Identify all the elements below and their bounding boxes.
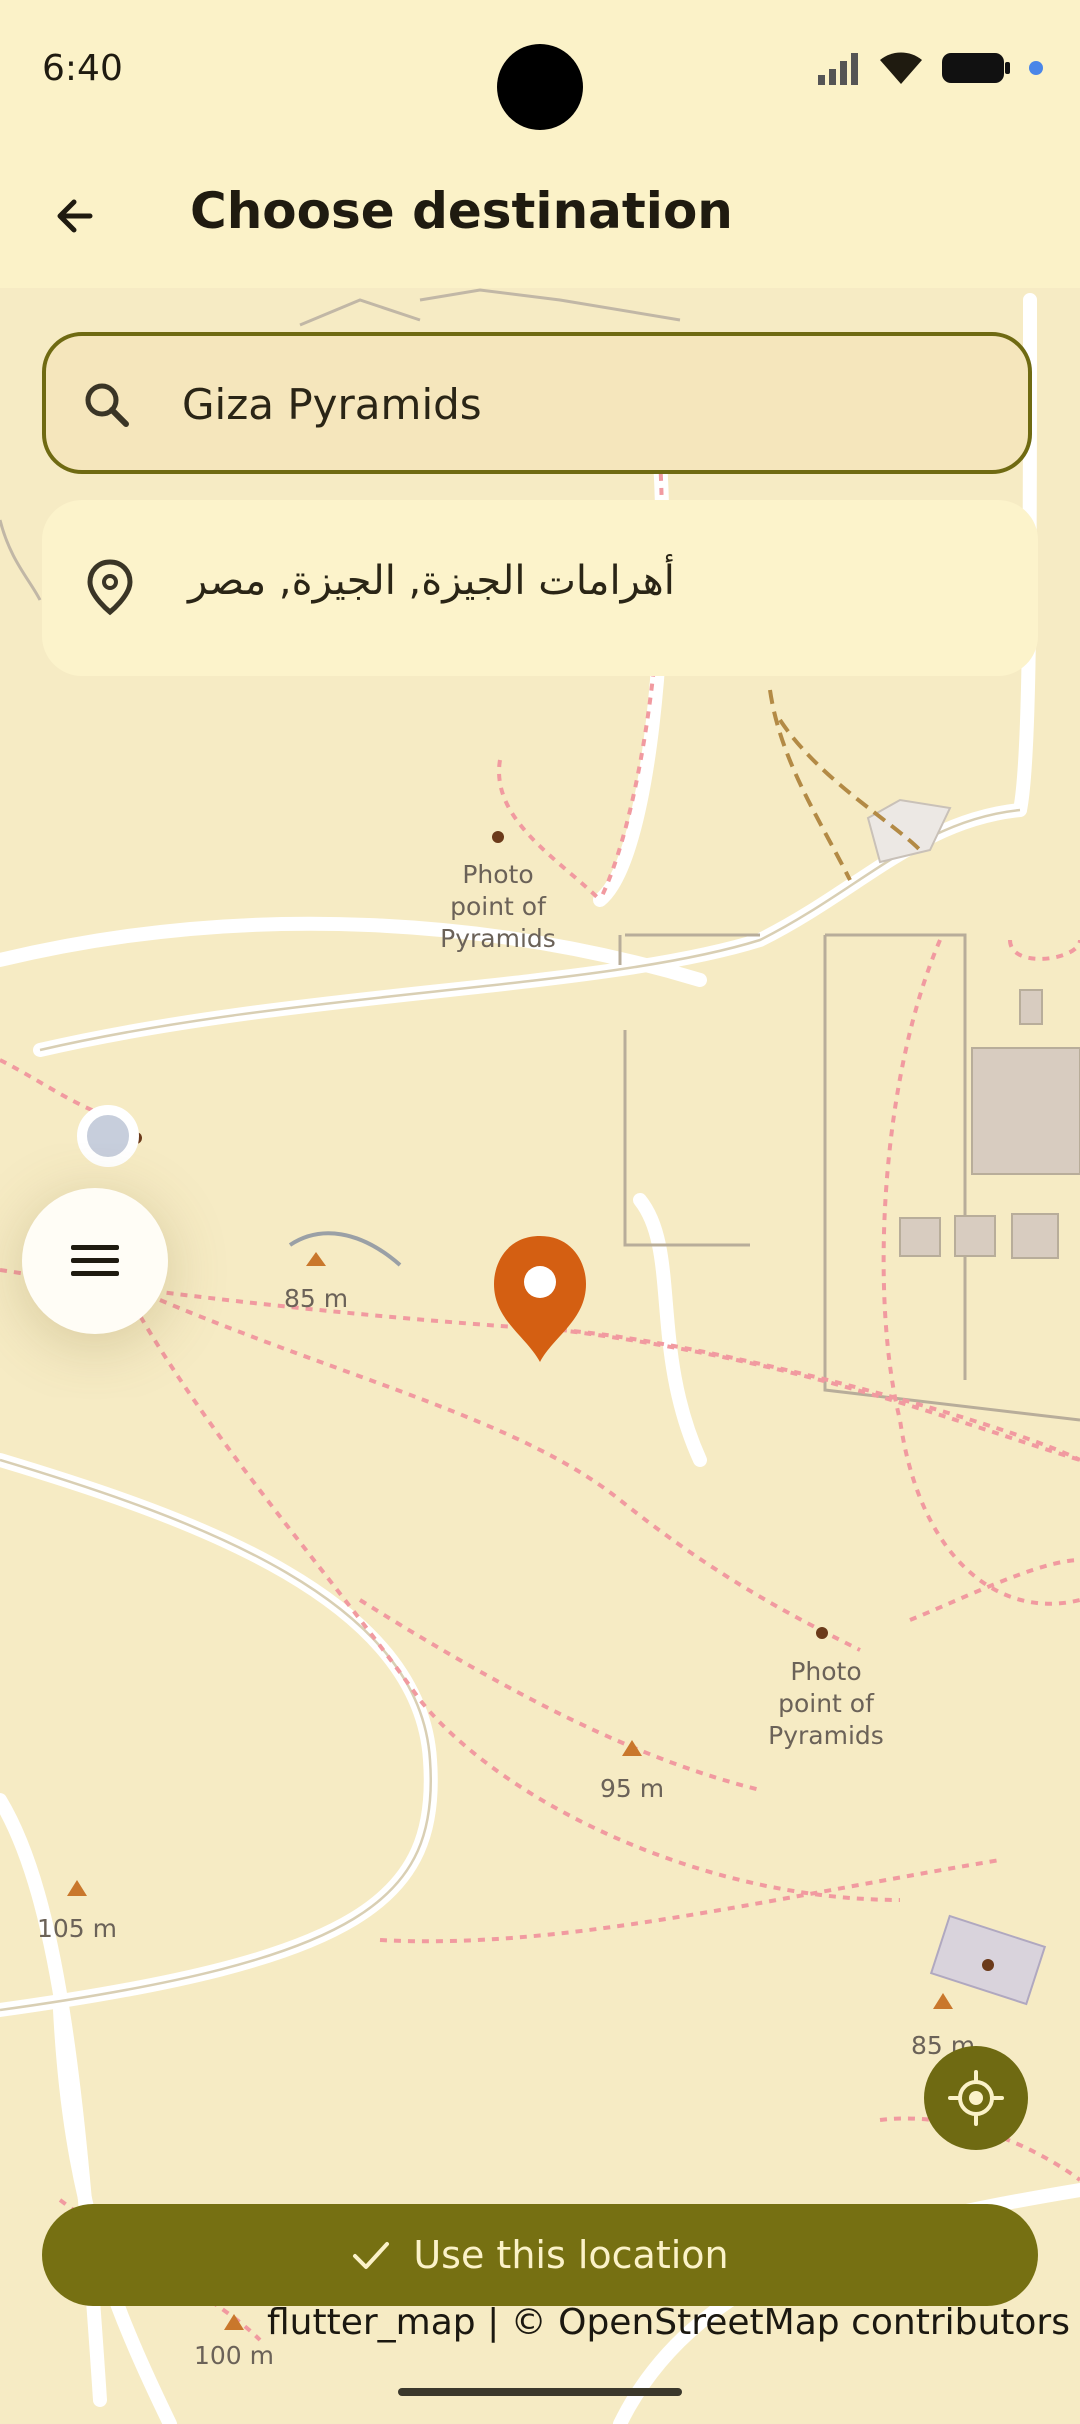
my-location-icon <box>948 2070 1004 2126</box>
status-time: 6:40 <box>42 48 123 89</box>
status-bar: 6:40 <box>0 0 1080 142</box>
map-label-photo-point-2-line1: Photo <box>790 1657 861 1686</box>
map-label-elevation: 105 m <box>37 1914 117 1943</box>
menu-button[interactable] <box>22 1188 168 1334</box>
map-attribution[interactable]: flutter_map | © OpenStreetMap contributo… <box>267 2302 1070 2343</box>
status-icons <box>816 50 1044 86</box>
signal-icon <box>818 53 858 85</box>
search-result-item[interactable]: أهرامات الجيزة, الجيزة, مصر <box>42 500 1038 676</box>
search-input-value: Giza Pyramids <box>182 380 482 429</box>
use-this-location-button[interactable]: Use this location <box>42 2204 1038 2306</box>
map-pin-icon <box>87 559 133 616</box>
map-label-elevation: 85 m <box>284 1284 348 1313</box>
app-bar: Choose destination <box>0 142 1080 288</box>
search-icon <box>85 383 129 427</box>
battery-icon <box>942 53 1010 83</box>
use-this-location-label: Use this location <box>413 2233 729 2277</box>
search-input[interactable]: Giza Pyramids <box>42 332 1032 474</box>
map-label-elevation: 100 m <box>194 2341 274 2370</box>
check-icon <box>353 2242 390 2269</box>
map-label-photo-point-line1: Photo <box>462 860 533 889</box>
wifi-icon <box>880 52 922 84</box>
map-label-photo-point-line3: Pyramids <box>440 924 556 953</box>
arrow-left-icon <box>57 199 93 233</box>
my-location-button[interactable] <box>924 2046 1028 2150</box>
camera-cutout <box>497 44 583 130</box>
back-button[interactable] <box>42 184 106 248</box>
map-label-photo-point-2-line3: Pyramids <box>768 1721 884 1750</box>
map-label-elevation: 95 m <box>600 1774 664 1803</box>
menu-icon <box>71 1245 119 1276</box>
search-result-label: أهرامات الجيزة, الجيزة, مصر <box>188 558 675 604</box>
page-title: Choose destination <box>190 182 733 240</box>
notification-dot-icon <box>1029 61 1043 75</box>
map-label-photo-point-2-line2: point of <box>778 1689 875 1718</box>
map-label-photo-point-line2: point of <box>450 892 547 921</box>
home-indicator[interactable] <box>398 2388 682 2396</box>
